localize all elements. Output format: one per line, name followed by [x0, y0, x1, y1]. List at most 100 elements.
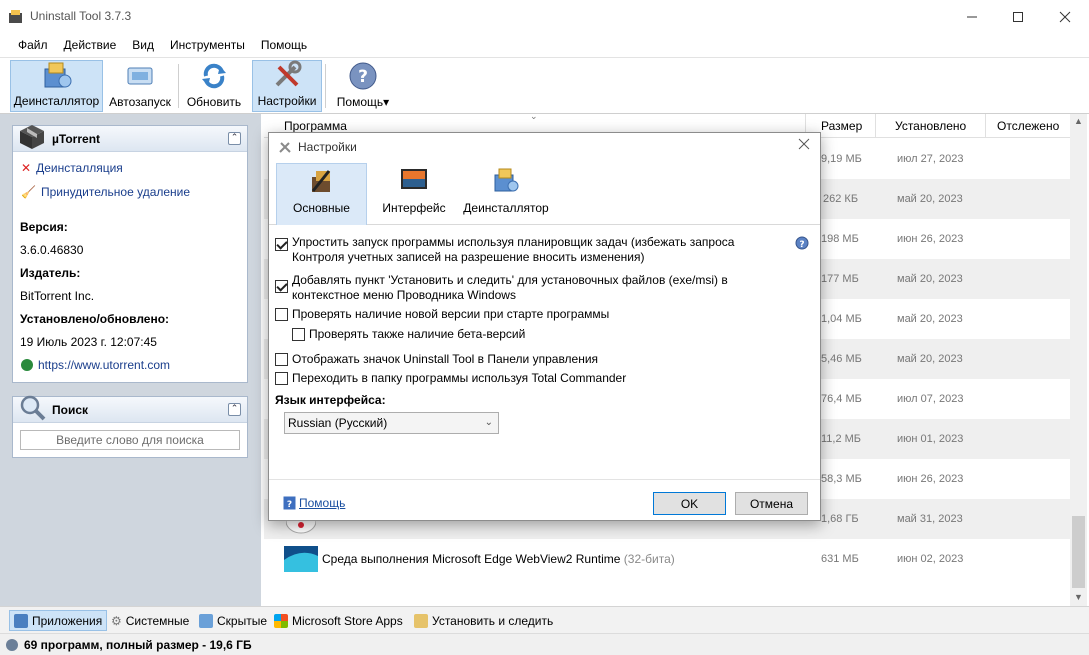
delete-x-icon: ✕: [21, 161, 32, 175]
tab-hidden[interactable]: Скрытые: [195, 610, 271, 631]
update-check-checkbox[interactable]: [275, 308, 288, 324]
info-icon[interactable]: ?: [795, 236, 809, 253]
control-panel-checkbox[interactable]: [275, 353, 288, 369]
row-date: май 20, 2023: [897, 313, 963, 325]
close-button[interactable]: [1042, 0, 1088, 33]
row-size: 11,2 МБ: [821, 433, 862, 445]
row-date: май 20, 2023: [897, 353, 963, 365]
refresh-button[interactable]: Обновить: [183, 60, 245, 112]
total-commander-checkbox[interactable]: [275, 372, 288, 388]
menu-action[interactable]: Действие: [56, 38, 125, 52]
column-divider: [985, 114, 986, 138]
title-bar: Uninstall Tool 3.7.3: [0, 0, 1089, 33]
applications-icon: [14, 613, 28, 628]
col-size[interactable]: Размер: [821, 119, 862, 133]
menu-bar: Файл Действие Вид Инструменты Помощь: [0, 33, 1089, 57]
toolbar-separator: [325, 64, 326, 108]
publisher-label: Издатель:: [20, 266, 81, 280]
context-menu-checkbox[interactable]: [275, 280, 288, 296]
tab-general[interactable]: Основные: [276, 163, 367, 225]
autorun-icon: [124, 60, 156, 92]
dialog-title-bar: Настройки: [269, 133, 820, 161]
package-icon: [17, 122, 47, 155]
installed-label: Установлено/обновлено:: [20, 312, 170, 326]
beta-check-label: Проверять также наличие бета-версий: [309, 327, 526, 341]
maximize-button[interactable]: [995, 0, 1041, 33]
hidden-icon: [199, 613, 213, 628]
webview2-icon: [284, 546, 318, 572]
search-header: Поиск ⌃: [13, 395, 247, 423]
dialog-close-icon[interactable]: [798, 138, 810, 153]
minimize-button[interactable]: [949, 0, 995, 33]
tab-store-apps[interactable]: Microsoft Store Apps: [270, 610, 407, 631]
force-remove-link[interactable]: 🧹 Принудительное удаление: [21, 185, 190, 199]
menu-help[interactable]: Помощь: [253, 38, 315, 52]
search-title: Поиск: [52, 403, 89, 417]
scrollbar-thumb[interactable]: [1072, 516, 1085, 588]
language-select[interactable]: Russian (Русский) ⌄: [284, 412, 499, 434]
app-icon: [8, 9, 23, 24]
tab-install-track[interactable]: Установить и следить: [410, 610, 557, 631]
app-info-header: µTorrent ⌃: [13, 125, 247, 152]
interface-icon: [401, 169, 427, 189]
search-panel: Поиск ⌃ Введите слово для поиска: [12, 395, 248, 458]
ok-button[interactable]: OK: [653, 492, 726, 515]
svg-text:?: ?: [799, 240, 804, 250]
column-divider: [875, 114, 876, 138]
row-date: июл 07, 2023: [897, 393, 964, 405]
row-date: май 20, 2023: [897, 193, 963, 205]
row-date: июн 01, 2023: [897, 433, 964, 445]
app-info-panel: µTorrent ⌃ ✕ Деинсталляция 🧹 Принудительно…: [12, 125, 248, 383]
collapse-icon[interactable]: ⌃: [228, 132, 241, 145]
row-size: 58,3 МБ: [821, 473, 862, 485]
row-size: 198 МБ: [821, 233, 859, 245]
install-track-icon: [414, 613, 428, 628]
tab-applications[interactable]: Приложения: [9, 610, 108, 631]
app-icon-partial: [286, 521, 316, 535]
menu-file[interactable]: Файл: [10, 38, 56, 52]
dialog-title: Настройки: [298, 140, 357, 154]
scroll-up-icon[interactable]: ▲: [1074, 116, 1083, 126]
dialog-divider: [269, 479, 820, 480]
scheduler-checkbox[interactable]: [275, 238, 288, 254]
row-size: 177 МБ: [821, 273, 859, 285]
tab-system[interactable]: ⚙ Системные: [107, 610, 193, 631]
col-tracked[interactable]: Отслежено: [997, 119, 1059, 133]
settings-button[interactable]: Настройки: [252, 60, 322, 112]
cancel-button[interactable]: Отмена: [735, 492, 808, 515]
beta-check-checkbox[interactable]: [292, 328, 305, 344]
tab-interface[interactable]: Интерфейс: [373, 163, 455, 225]
menu-tools[interactable]: Инструменты: [162, 38, 253, 52]
language-label: Язык интерфейса:: [275, 393, 386, 407]
uninstaller-button[interactable]: Деинсталлятор: [10, 60, 103, 112]
row-date: июн 26, 2023: [897, 233, 964, 245]
autorun-label: Автозапуск: [109, 95, 171, 109]
help-button[interactable]: ? Помощь▾: [331, 60, 395, 112]
row-size: 1,04 МБ: [821, 313, 862, 325]
row-date: июл 27, 2023: [897, 153, 964, 165]
scroll-down-icon[interactable]: ▼: [1074, 592, 1083, 602]
website-link[interactable]: https://www.utorrent.com: [21, 358, 170, 372]
col-installed[interactable]: Установлено: [895, 119, 966, 133]
uninstall-link[interactable]: ✕ Деинсталляция: [21, 161, 123, 175]
window-title: Uninstall Tool 3.7.3: [30, 9, 132, 23]
app-name: µTorrent: [52, 132, 101, 146]
row-date: май 20, 2023: [897, 273, 963, 285]
row-size: 1,68 ГБ: [821, 513, 859, 525]
settings-label: Настройки: [257, 94, 317, 108]
svg-text:?: ?: [287, 500, 292, 510]
help-link[interactable]: Помощь: [299, 496, 345, 510]
svg-text:?: ?: [358, 67, 368, 87]
row-size: 631 МБ: [821, 553, 859, 565]
col-program[interactable]: Программа: [284, 119, 347, 133]
settings-dialog: Настройки Основные Интерфейс Деинсталлят…: [268, 132, 821, 521]
refresh-label: Обновить: [186, 95, 242, 109]
collapse-icon[interactable]: ⌃: [228, 403, 241, 416]
tab-uninstaller[interactable]: Деинсталлятор: [460, 163, 552, 225]
context-menu-option-label: Добавлять пункт 'Установить и следить' д…: [292, 273, 728, 302]
row-size: 262 КБ: [823, 193, 859, 205]
menu-view[interactable]: Вид: [124, 38, 162, 52]
autorun-button[interactable]: Автозапуск: [106, 60, 174, 112]
search-input[interactable]: Введите слово для поиска: [20, 430, 240, 450]
row-size: 76,4 МБ: [821, 393, 862, 405]
